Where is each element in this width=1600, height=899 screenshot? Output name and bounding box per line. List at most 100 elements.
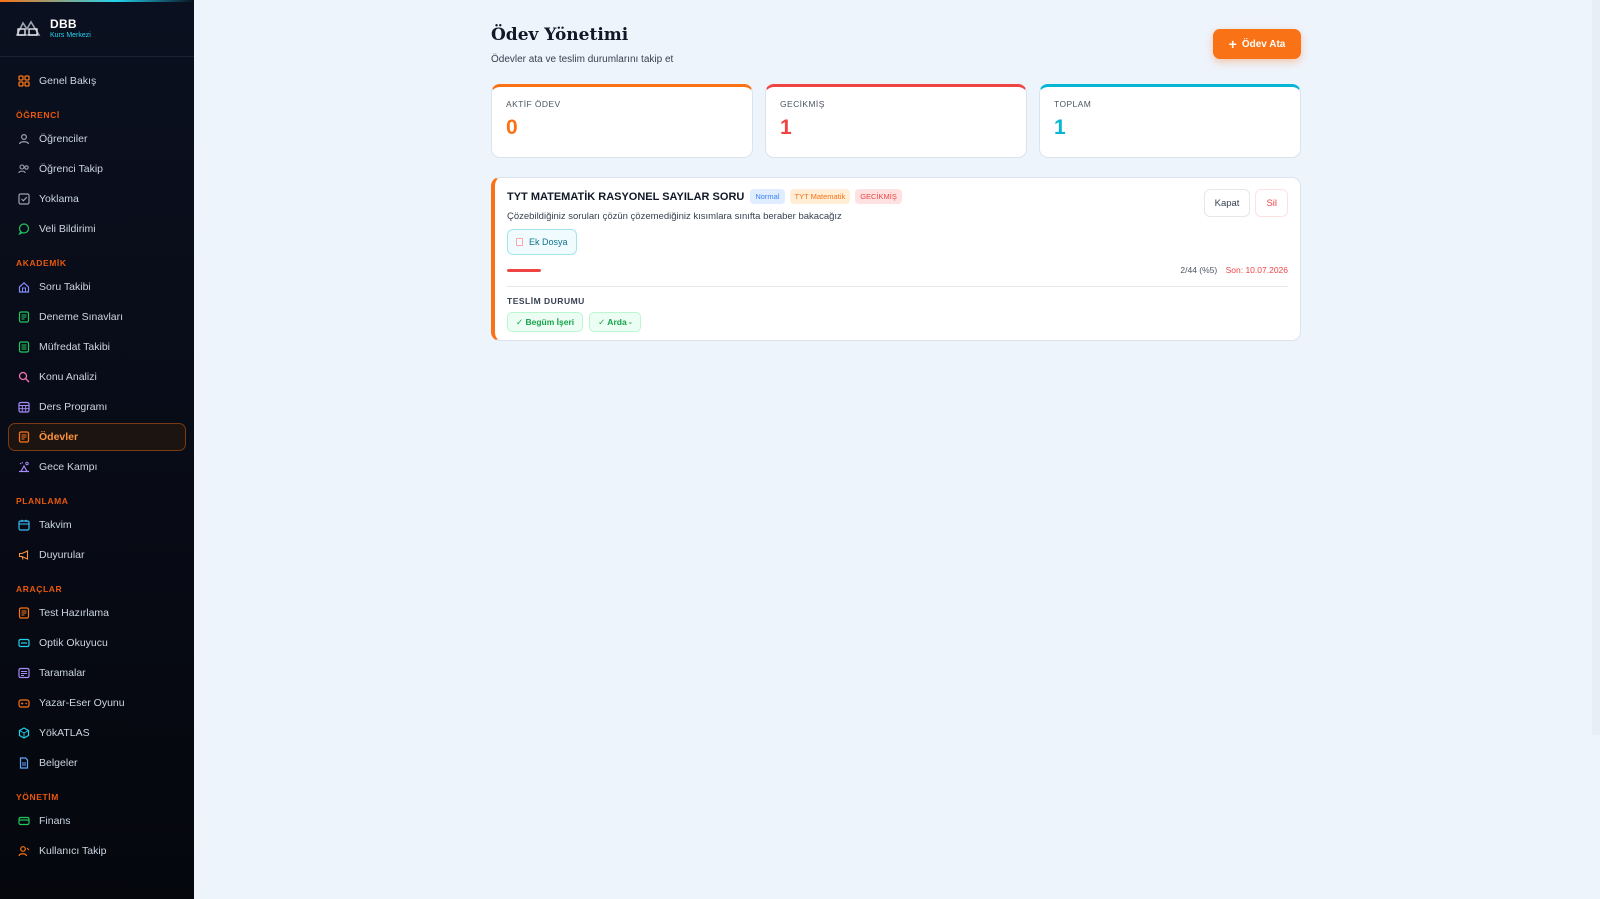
progress-bar bbox=[507, 269, 541, 272]
sidebar-item-label: Ödevler bbox=[39, 431, 79, 443]
sidebar-item-soru-takibi[interactable]: Soru Takibi bbox=[8, 273, 186, 301]
sidebar-item-label: Ders Programı bbox=[39, 401, 108, 413]
submission-chip[interactable]: ✓ Begüm İşeri bbox=[507, 312, 584, 332]
attachment-label: Ek Dosya bbox=[529, 237, 568, 247]
sidebar-item-finans[interactable]: Finans bbox=[8, 807, 186, 835]
submission-list: ✓ Begüm İşeri ✓ Arda - bbox=[507, 312, 1288, 332]
message-icon bbox=[18, 223, 30, 235]
due-date: Son: 10.07.2026 bbox=[1225, 265, 1288, 275]
sidebar-item-duyurular[interactable]: Duyurular bbox=[8, 541, 186, 569]
sidebar-item-odevler[interactable]: Ödevler bbox=[8, 423, 186, 451]
doc-icon bbox=[18, 311, 30, 323]
scrollbar[interactable] bbox=[1592, 0, 1600, 735]
sidebar-item-label: Duyurular bbox=[39, 549, 85, 561]
sidebar-item-label: Belgeler bbox=[39, 757, 78, 769]
sidebar-item-test-hazirlama[interactable]: Test Hazırlama bbox=[8, 599, 186, 627]
sidebar-item-label: Öğrenciler bbox=[39, 133, 88, 145]
atlas-icon bbox=[18, 727, 30, 739]
stat-label: GECİKMİŞ bbox=[780, 99, 825, 109]
file-icon bbox=[18, 757, 30, 769]
homework-actions: Kapat Sil bbox=[1203, 189, 1288, 217]
game-icon bbox=[18, 697, 30, 709]
sidebar-item-takvim[interactable]: Takvim bbox=[8, 511, 186, 539]
checkbox-icon bbox=[18, 193, 30, 205]
sidebar-item-veli-bildirimi[interactable]: Veli Bildirimi bbox=[8, 215, 186, 243]
section-title-araclar: ARAÇLAR bbox=[16, 584, 63, 594]
plus-icon: + bbox=[1228, 36, 1237, 52]
sidebar-item-mufredat-takibi[interactable]: Müfredat Takibi bbox=[8, 333, 186, 361]
sidebar-item-deneme-sinavlari[interactable]: Deneme Sınavları bbox=[8, 303, 186, 331]
progress-info: 2/44 (%5) Son: 10.07.2026 bbox=[1180, 265, 1288, 275]
home-icon bbox=[18, 281, 30, 293]
sidebar-item-label: Genel Bakış bbox=[39, 75, 97, 87]
sidebar-item-label: Deneme Sınavları bbox=[39, 311, 124, 323]
attachment-icon bbox=[516, 238, 523, 246]
section-title-ogrenci: ÖĞRENCİ bbox=[16, 110, 60, 120]
brand[interactable]: DBB Kurs Merkezi bbox=[0, 0, 194, 57]
sidebar-item-ogrenciler[interactable]: Öğrenciler bbox=[8, 125, 186, 153]
book-icon bbox=[18, 341, 30, 353]
scanner-icon bbox=[18, 637, 30, 649]
sidebar-item-yoklama[interactable]: Yoklama bbox=[8, 185, 186, 213]
attachment-button[interactable]: Ek Dosya bbox=[507, 229, 577, 255]
delete-homework-button[interactable]: Sil bbox=[1255, 189, 1288, 217]
sidebar-item-ders-programi[interactable]: Ders Programı bbox=[8, 393, 186, 421]
sidebar: DBB Kurs Merkezi Genel Bakış ÖĞRENCİ Öğr… bbox=[0, 0, 194, 899]
brand-logo-icon bbox=[15, 20, 41, 36]
sidebar-item-gece-kampi[interactable]: Gece Kampı bbox=[8, 453, 186, 481]
subject-tag: TYT Matematik bbox=[789, 189, 851, 204]
sidebar-item-taramalar[interactable]: Taramalar bbox=[8, 659, 186, 687]
stat-label: AKTİF ÖDEV bbox=[506, 99, 561, 109]
assign-homework-button[interactable]: + Ödev Ata bbox=[1213, 29, 1301, 59]
user-icon bbox=[18, 133, 30, 145]
status-badge: GECİKMİŞ bbox=[855, 189, 902, 204]
sidebar-item-label: Taramalar bbox=[39, 667, 86, 679]
camp-icon bbox=[18, 461, 30, 473]
sidebar-item-label: Yoklama bbox=[39, 193, 79, 205]
page-subtitle: Ödevler ata ve teslim durumlarını takip … bbox=[491, 54, 674, 65]
page-title: Ödev Yönetimi bbox=[491, 25, 629, 45]
stat-card-active: AKTİF ÖDEV 0 bbox=[491, 84, 753, 158]
sidebar-item-ogrenci-takip[interactable]: Öğrenci Takip bbox=[8, 155, 186, 183]
users-icon bbox=[18, 163, 30, 175]
homework-card: TYT MATEMATİK RASYONEL SAYILAR SORU Norm… bbox=[491, 177, 1301, 341]
submission-chip[interactable]: ✓ Arda - bbox=[589, 312, 641, 332]
sidebar-item-belgeler[interactable]: Belgeler bbox=[8, 749, 186, 777]
sidebar-item-label: Takvim bbox=[39, 519, 72, 531]
homework-description: Çözebildiğiniz soruları çözün çözemediği… bbox=[507, 211, 842, 222]
sidebar-item-kullanici-takip[interactable]: Kullanıcı Takip bbox=[8, 837, 186, 865]
card-icon bbox=[18, 815, 30, 827]
brand-name: DBB bbox=[50, 16, 77, 31]
stat-value: 1 bbox=[1054, 116, 1066, 139]
section-title-akademik: AKADEMİK bbox=[16, 258, 67, 268]
scan-list-icon bbox=[18, 667, 30, 679]
sidebar-item-label: Müfredat Takibi bbox=[39, 341, 111, 353]
stats-row: AKTİF ÖDEV 0 GECİKMİŞ 1 TOPLAM 1 bbox=[491, 84, 1301, 158]
sidebar-item-yazar-eser-oyunu[interactable]: Yazar-Eser Oyunu bbox=[8, 689, 186, 717]
calendar-icon bbox=[18, 519, 30, 531]
sidebar-item-genel-bakis[interactable]: Genel Bakış bbox=[8, 67, 186, 95]
sidebar-item-optik-okuyucu[interactable]: Optik Okuyucu bbox=[8, 629, 186, 657]
sidebar-item-label: Optik Okuyucu bbox=[39, 637, 108, 649]
homework-icon bbox=[18, 431, 30, 443]
progress-row: 2/44 (%5) Son: 10.07.2026 bbox=[507, 265, 1288, 279]
sidebar-item-yokatlas[interactable]: YökATLAS bbox=[8, 719, 186, 747]
sidebar-item-konu-analizi[interactable]: Konu Analizi bbox=[8, 363, 186, 391]
stat-label: TOPLAM bbox=[1054, 99, 1092, 109]
sidebar-accent-line bbox=[0, 0, 194, 2]
brand-subtitle: Kurs Merkezi bbox=[50, 31, 91, 39]
stat-card-overdue: GECİKMİŞ 1 bbox=[765, 84, 1027, 158]
sidebar-nav: Genel Bakış ÖĞRENCİ Öğrenciler Öğrenci T… bbox=[0, 57, 194, 865]
divider bbox=[507, 286, 1288, 287]
close-homework-button[interactable]: Kapat bbox=[1203, 189, 1251, 217]
sidebar-item-label: YökATLAS bbox=[39, 727, 90, 739]
sidebar-item-label: Konu Analizi bbox=[39, 371, 97, 383]
calendar-grid-icon bbox=[18, 401, 30, 413]
progress-count: 2/44 (%5) bbox=[1180, 265, 1218, 275]
sidebar-item-label: Yazar-Eser Oyunu bbox=[39, 697, 125, 709]
test-icon bbox=[18, 607, 30, 619]
progress-fill bbox=[507, 269, 541, 272]
section-title-yonetim: YÖNETİM bbox=[16, 792, 59, 802]
stat-value: 1 bbox=[780, 116, 792, 139]
homework-header: TYT MATEMATİK RASYONEL SAYILAR SORU Norm… bbox=[507, 189, 1288, 204]
